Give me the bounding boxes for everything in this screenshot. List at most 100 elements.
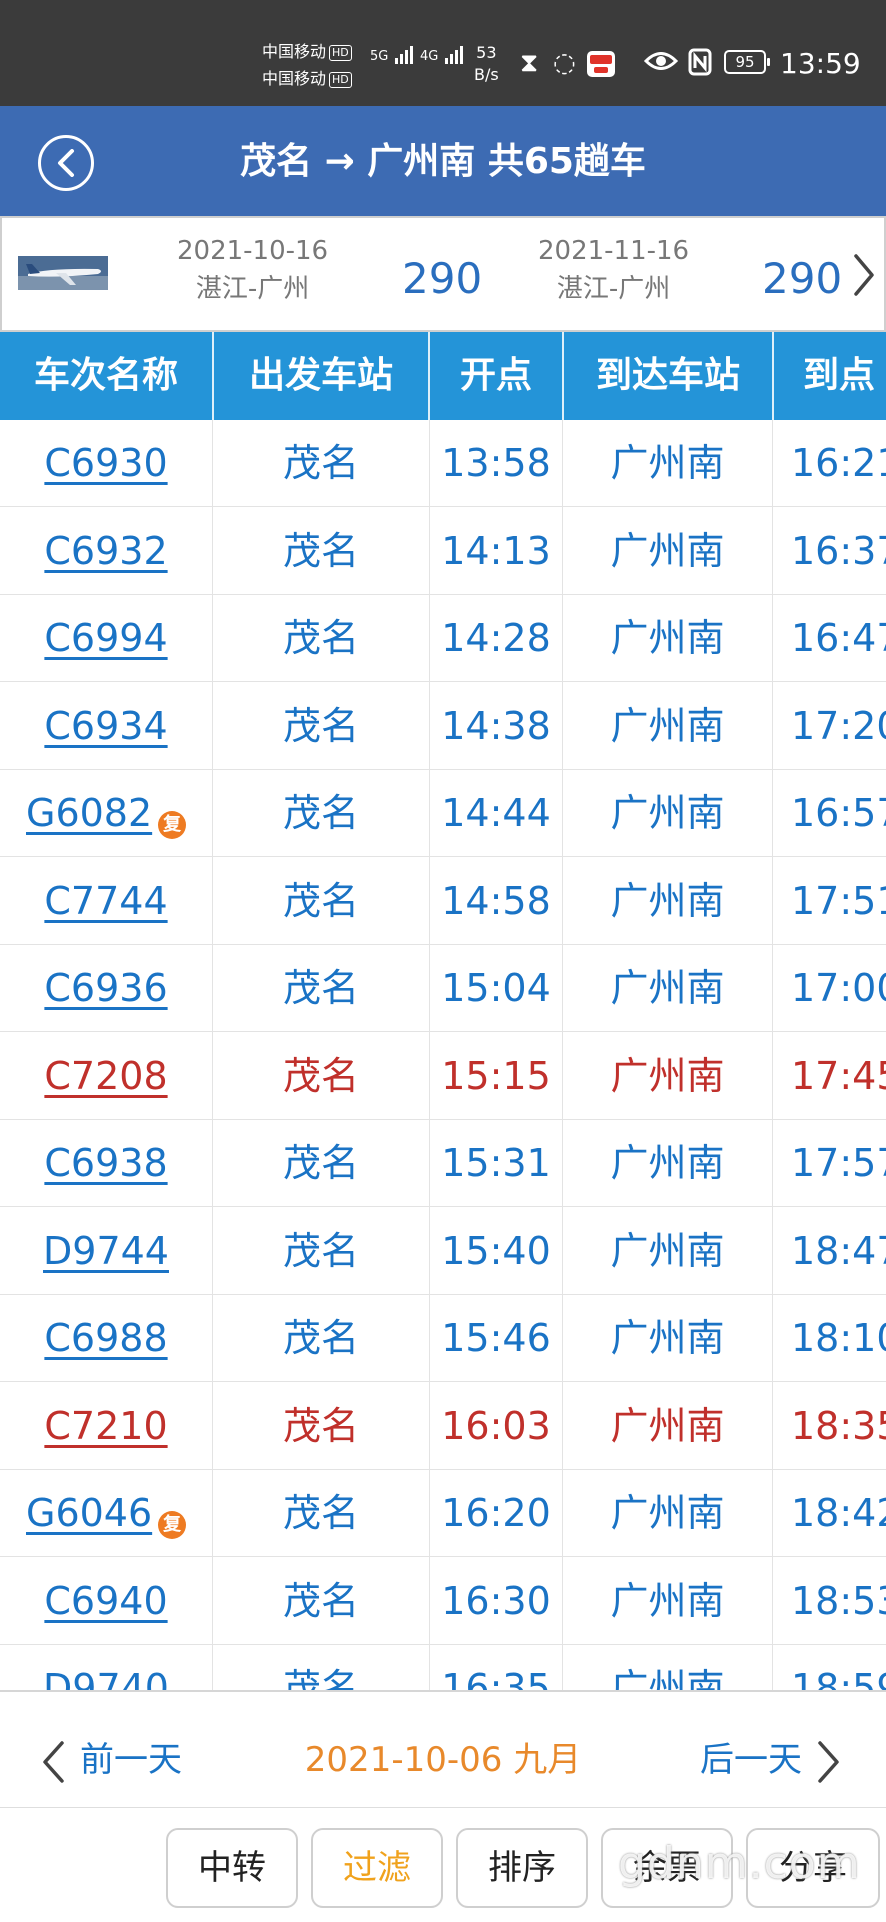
train-number[interactable]: C6994 [0, 595, 212, 682]
departure-time: 16:30 [430, 1558, 562, 1645]
departure-station: 茂名 [213, 508, 429, 595]
chevron-right-icon[interactable] [852, 252, 876, 302]
table-row[interactable]: C6994 茂名 14:28 广州南 16:47 [0, 595, 886, 682]
arrival-station: 广州南 [563, 595, 772, 682]
arrival-station-text: 广州南 [610, 1491, 725, 1535]
column-header-train[interactable]: 车次名称 [0, 332, 212, 420]
arrival-time-text: 18:47 [791, 1228, 886, 1273]
departure-station-text: 茂名 [282, 1403, 359, 1448]
table-row[interactable]: C7208 茂名 15:15 广州南 17:45 [0, 1033, 886, 1120]
arrival-time: 16:37 [773, 508, 886, 595]
table-row[interactable]: C6938 茂名 15:31 广州南 17:57 [0, 1120, 886, 1207]
train-number-text[interactable]: D9740 [43, 1666, 169, 1690]
train-number[interactable]: C7744 [0, 858, 212, 945]
table-row[interactable]: C6936 茂名 15:04 广州南 17:00 [0, 945, 886, 1032]
train-number[interactable]: C6936 [0, 945, 212, 1032]
next-day-button[interactable]: 后一天 [700, 1732, 842, 1788]
departure-station-text: 茂名 [282, 616, 359, 660]
departure-station: 茂名 [213, 1295, 429, 1382]
train-number-text[interactable]: G6082 [26, 791, 152, 835]
train-number[interactable]: C6932 [0, 508, 212, 595]
train-number[interactable]: C6988 [0, 1295, 212, 1382]
departure-station: 茂名 [213, 858, 429, 945]
departure-time: 15:15 [430, 1033, 562, 1120]
train-number-text[interactable]: D9744 [43, 1229, 169, 1273]
resumed-badge: 复 [158, 811, 187, 839]
table-row[interactable]: D9740 茂名 16:35 广州南 18:59 [0, 1645, 886, 1690]
table-row[interactable]: D9744 茂名 15:40 广州南 18:47 [0, 1208, 886, 1295]
departure-time: 16:20 [430, 1470, 562, 1557]
table-row[interactable]: C7210 茂名 16:03 广州南 18:35 [0, 1383, 886, 1470]
train-number[interactable]: D9744 [0, 1208, 212, 1295]
train-number-text[interactable]: C7210 [44, 1404, 167, 1448]
train-number[interactable]: G6046 复 [0, 1470, 238, 1557]
table-row[interactable]: C7744 茂名 14:58 广州南 17:51 [0, 858, 886, 945]
battery-level: 95 [735, 53, 755, 71]
departure-station: 茂名 [213, 1208, 429, 1295]
sort-button[interactable]: 排序 [456, 1828, 588, 1908]
table-row[interactable]: G6082复茂名14:44广州南16:57 [0, 770, 886, 857]
train-number[interactable]: C6930 [0, 420, 212, 507]
fare-banner[interactable]: 2021-10-16 湛江-广州 290 2021-11-16 湛江-广州 29… [0, 216, 886, 332]
table-row[interactable]: G6046复茂名16:20广州南18:42 [0, 1470, 886, 1557]
carrier-info: 中国移动 HD 中国移动 HD [262, 38, 352, 92]
train-number-text[interactable]: C6934 [44, 704, 167, 748]
train-number-text[interactable]: C6932 [44, 529, 167, 573]
network-type-1: 5G [370, 49, 389, 64]
train-list: C6930 茂名 13:58 广州南 16:21 C6932 茂名 14:13 广州南 16:37… [0, 420, 886, 1690]
loading-circle-icon: ◌ [553, 48, 576, 78]
train-number[interactable]: G6082 复 [0, 770, 238, 857]
column-header-arrive[interactable]: 到点 [774, 332, 886, 420]
watermark: gdnm.com [618, 1838, 861, 1889]
arrival-station-text: 广州南 [610, 616, 725, 660]
speed-value: 53 [476, 43, 497, 62]
table-row[interactable]: C6932 茂名 14:13 广州南 16:37 [0, 508, 886, 595]
train-number-text[interactable]: C6930 [44, 441, 167, 485]
train-number[interactable]: D9740 [0, 1645, 212, 1690]
hourglass-icon: ⧗ [520, 48, 539, 78]
train-number[interactable]: C7208 [0, 1033, 212, 1120]
train-number-text[interactable]: C7208 [44, 1054, 167, 1098]
train-number-text[interactable]: C6940 [44, 1579, 167, 1623]
arrival-time-text: 16:57 [791, 791, 886, 835]
arrival-station-text: 广州南 [610, 1578, 725, 1623]
departure-time-text: 16:30 [441, 1578, 551, 1623]
arrival-time: 16:47 [773, 595, 886, 682]
filter-button[interactable]: 过滤 [311, 1828, 443, 1908]
table-row[interactable]: C6988 茂名 15:46 广州南 18:10 [0, 1295, 886, 1382]
train-number[interactable]: C6934 [0, 683, 212, 770]
departure-time-text: 14:13 [441, 528, 551, 573]
transfer-button[interactable]: 中转 [166, 1828, 298, 1908]
fare-item-1[interactable]: 2021-10-16 湛江-广州 [177, 232, 328, 308]
train-number-text[interactable]: G6046 [26, 1491, 152, 1535]
column-header-from[interactable]: 出发车站 [214, 332, 428, 420]
column-header-to[interactable]: 到达车站 [564, 332, 772, 420]
page-title: 茂名 → 广州南 共65趟车 [240, 141, 646, 182]
train-number[interactable]: C7210 [0, 1383, 212, 1470]
train-number[interactable]: C6938 [0, 1120, 212, 1207]
table-row[interactable]: C6940 茂名 16:30 广州南 18:53 [0, 1558, 886, 1645]
arrival-station-text: 广州南 [610, 441, 725, 485]
train-number-text[interactable]: C6936 [44, 966, 167, 1010]
table-row[interactable]: C6930 茂名 13:58 广州南 16:21 [0, 420, 886, 507]
fare-item-2[interactable]: 2021-11-16 湛江-广州 [538, 232, 689, 308]
departure-time: 14:44 [430, 770, 562, 857]
departure-station: 茂名 [213, 1645, 429, 1690]
table-row[interactable]: C6934 茂名 14:38 广州南 17:20 [0, 683, 886, 770]
train-number-text[interactable]: C6994 [44, 616, 167, 660]
train-number[interactable]: C6940 [0, 1558, 212, 1645]
chevron-right-icon [818, 1740, 839, 1783]
train-number-text[interactable]: C7744 [44, 879, 167, 923]
table-header: 车次名称 出发车站 开点 到达车站 到点 [0, 332, 886, 420]
arrival-time: 18:59 [773, 1645, 886, 1690]
departure-time-text: 14:58 [441, 878, 551, 923]
arrival-station-text: 广州南 [610, 1053, 725, 1098]
network-speed: 53 B/s [474, 42, 499, 86]
train-number-text[interactable]: C6938 [44, 1141, 167, 1185]
departure-station-text: 茂名 [282, 1666, 359, 1690]
train-number-text[interactable]: C6988 [44, 1316, 167, 1360]
departure-time-text: 16:20 [441, 1491, 551, 1535]
column-header-depart[interactable]: 开点 [430, 332, 562, 420]
arrival-station: 广州南 [563, 1120, 772, 1207]
signal-5g-icon: 5G [370, 46, 413, 64]
